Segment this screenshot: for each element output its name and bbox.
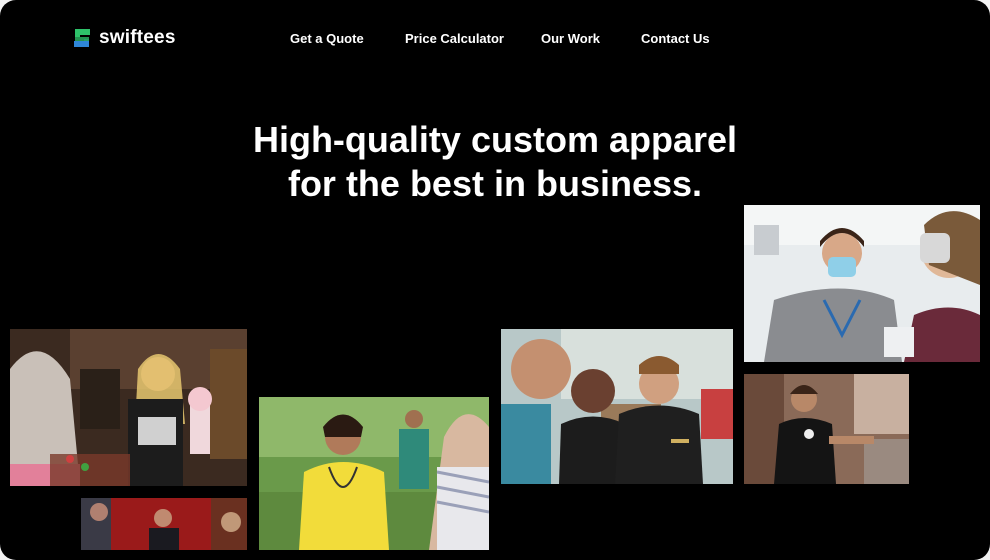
waitress-milkshake-photo xyxy=(10,329,247,486)
warehouse-worker-photo xyxy=(744,374,909,484)
swiftees-logo-icon xyxy=(71,27,93,49)
nav-price-calculator[interactable]: Price Calculator xyxy=(405,31,504,46)
masked-clinician-photo xyxy=(744,205,980,362)
headline-line-2: for the best in business. xyxy=(287,163,703,204)
nav-get-a-quote[interactable]: Get a Quote xyxy=(290,31,364,46)
site-logo[interactable]: swiftees xyxy=(71,27,176,49)
nav-contact-us[interactable]: Contact Us xyxy=(641,31,710,46)
staff-polo-shirts-photo xyxy=(501,329,733,484)
browser-window: swiftees Get a Quote Price Calculator Ou… xyxy=(0,0,990,560)
red-stage-photo xyxy=(81,498,247,550)
hero-headline: High-quality custom apparel for the best… xyxy=(0,118,990,206)
brand-name: swiftees xyxy=(99,27,176,48)
nurse-outdoors-photo xyxy=(259,397,489,550)
nav-our-work[interactable]: Our Work xyxy=(541,31,600,46)
headline-line-1: High-quality custom apparel xyxy=(252,119,738,160)
